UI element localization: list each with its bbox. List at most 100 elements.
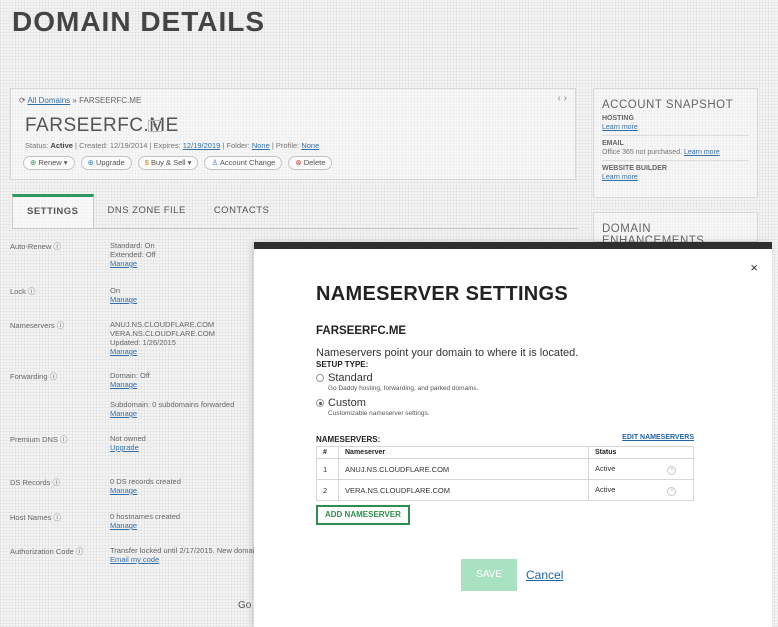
setting-label: Auto-Renew ⓘ: [10, 242, 61, 251]
user-icon: ♙: [211, 158, 220, 167]
upgrade-button[interactable]: ⊕ Upgrade: [80, 156, 132, 170]
modal-domain-name: FARSEERFC.ME: [316, 325, 407, 337]
delete-label: Delete: [303, 158, 326, 167]
cancel-link[interactable]: Cancel: [526, 568, 563, 582]
account-change-button[interactable]: ♙ Account Change: [204, 156, 283, 170]
tab-dns-zone-file[interactable]: DNS ZONE FILE: [94, 194, 200, 228]
hosting-label: HOSTING: [602, 115, 634, 122]
row-status: Active: [595, 463, 616, 473]
setting-label: Host Names ⓘ: [10, 513, 61, 522]
domain-action-row: ⊕ Renew ▾ ⊕ Upgrade $ Buy & Sell ▾ ♙ Acc…: [23, 156, 333, 170]
delete-button[interactable]: ⊗ Delete: [288, 156, 333, 170]
setting-value: Not owned Upgrade: [110, 434, 146, 452]
setting-label: Forwarding ⓘ: [10, 372, 58, 381]
status-prefix: Status:: [25, 141, 51, 150]
nameservers-label: NAMESERVERS:: [316, 435, 381, 444]
table-row: 2 VERA.NS.CLOUDFLARE.COM Active ×: [316, 479, 694, 501]
status-value: Active: [50, 141, 73, 150]
website-builder-learn-more-link[interactable]: Learn more: [602, 174, 638, 181]
lock-value: On: [110, 286, 121, 295]
setting-value: Domain: Off Manage: [110, 371, 150, 389]
snapshot-email: EMAIL Office 365 not purchased. Learn mo…: [602, 139, 749, 157]
ds-records-manage-link[interactable]: Manage: [110, 486, 137, 495]
setting-value: 0 hostnames created Manage: [110, 512, 180, 530]
profile-link[interactable]: None: [301, 141, 319, 150]
row-number: 1: [316, 458, 339, 480]
row-nameserver: ANUJ.NS.CLOUDFLARE.COM: [338, 458, 589, 480]
nameserver-1: ANUJ.NS.CLOUDFLARE.COM: [110, 320, 215, 329]
email-my-code-link[interactable]: Email my code: [110, 555, 159, 564]
standard-sublabel: Go Daddy hosting, forwarding, and parked…: [328, 385, 479, 392]
profile-prefix: | Profile:: [269, 141, 302, 150]
forwarding-subdomain: Subdomain: 0 subdomains forwarded: [110, 400, 235, 409]
subdomain-manage-link[interactable]: Manage: [110, 409, 137, 418]
breadcrumb-separator: »: [70, 96, 80, 105]
snapshot-hosting: HOSTING Learn more: [602, 114, 749, 132]
domain-enhancements-panel: DOMAIN ENHANCEMENTS: [593, 212, 758, 247]
email-label: EMAIL: [602, 140, 624, 147]
standard-radio[interactable]: [316, 374, 324, 382]
row-nameserver: VERA.NS.CLOUDFLARE.COM: [338, 479, 589, 501]
tab-divider: [12, 228, 578, 229]
setup-type-label: SETUP TYPE:: [316, 360, 369, 369]
row-status-cell: Active ×: [588, 458, 694, 480]
custom-sublabel: Customizable nameserver settings.: [328, 410, 430, 417]
account-change-label: Account Change: [219, 158, 276, 167]
delete-icon: ⊗: [295, 158, 304, 167]
breadcrumb-current: FARSEERFC.ME: [79, 96, 142, 105]
setting-value: 0 DS records created Manage: [110, 477, 181, 495]
domain-dropdown-caret-icon[interactable]: ▾: [148, 120, 162, 132]
renew-button[interactable]: ⊕ Renew ▾: [23, 156, 75, 170]
column-header-nameserver: Nameserver: [338, 446, 589, 459]
remove-circle-icon[interactable]: ×: [667, 486, 677, 496]
setting-label: Authorization Code ⓘ: [10, 547, 84, 556]
lock-manage-link[interactable]: Manage: [110, 295, 137, 304]
account-snapshot-title: ACCOUNT SNAPSHOT: [602, 99, 734, 111]
nameserver-settings-modal: × NAMESERVER SETTINGS FARSEERFC.ME Names…: [254, 242, 772, 627]
folder-link[interactable]: None: [252, 141, 270, 150]
custom-radio[interactable]: [316, 399, 324, 407]
edit-nameservers-link[interactable]: EDIT NAMESERVERS: [622, 434, 694, 441]
page-title: DOMAIN DETAILS: [12, 6, 266, 37]
remove-circle-icon[interactable]: ×: [667, 465, 677, 475]
host-names-manage-link[interactable]: Manage: [110, 521, 137, 530]
premium-dns-upgrade-link[interactable]: Upgrade: [110, 443, 139, 452]
table-header-row: # Nameserver Status: [316, 446, 694, 459]
ds-records-value: 0 DS records created: [110, 477, 181, 486]
setting-label: DS Records ⓘ: [10, 478, 61, 487]
snapshot-divider: [602, 135, 749, 136]
account-snapshot-panel: ACCOUNT SNAPSHOT HOSTING Learn more EMAI…: [593, 88, 758, 198]
buy-sell-label: Buy & Sell ▾: [151, 158, 192, 167]
nameserver-updated: Updated: 1/26/2015: [110, 338, 176, 347]
domain-nav-arrows[interactable]: ‹ ›: [558, 93, 567, 104]
go-text: Go: [238, 600, 252, 611]
buy-sell-button[interactable]: $ Buy & Sell ▾: [137, 156, 199, 170]
tab-contacts[interactable]: CONTACTS: [200, 194, 284, 228]
modal-title: NAMESERVER SETTINGS: [316, 283, 569, 305]
breadcrumb: ⟳ All Domains » FARSEERFC.ME: [19, 96, 141, 105]
upgrade-label: Upgrade: [95, 158, 125, 167]
setting-label: Nameservers ⓘ: [10, 321, 65, 330]
setting-label: Premium DNS ⓘ: [10, 435, 68, 444]
email-learn-more-link[interactable]: Learn more: [684, 149, 720, 156]
tab-settings[interactable]: SETTINGS: [12, 194, 94, 228]
breadcrumb-all-domains-link[interactable]: All Domains: [27, 96, 70, 105]
setting-value: ANUJ.NS.CLOUDFLARE.COM VERA.NS.CLOUDFLAR…: [110, 320, 215, 356]
save-button[interactable]: SAVE: [461, 559, 517, 591]
forwarding-domain: Domain: Off: [110, 371, 150, 380]
nameservers-table: # Nameserver Status 1 ANUJ.NS.CLOUDFLARE…: [316, 446, 694, 501]
column-header-status: Status: [588, 446, 694, 459]
add-nameserver-button[interactable]: ADD NAMESERVER: [316, 505, 410, 525]
row-number: 2: [316, 479, 339, 501]
expires-link[interactable]: 12/19/2019: [183, 141, 221, 150]
close-icon[interactable]: ×: [750, 260, 758, 275]
hosting-learn-more-link[interactable]: Learn more: [602, 124, 638, 131]
custom-label: Custom: [328, 397, 366, 409]
forwarding-manage-link[interactable]: Manage: [110, 380, 137, 389]
host-names-value: 0 hostnames created: [110, 512, 181, 521]
authorization-code-value: Transfer locked until 2/17/2015. New dom…: [110, 546, 259, 555]
setting-label: Lock ⓘ: [10, 287, 36, 296]
nameservers-manage-link[interactable]: Manage: [110, 347, 137, 356]
auto-renew-manage-link[interactable]: Manage: [110, 259, 137, 268]
setting-value: Standard: On Extended: Off Manage: [110, 241, 156, 268]
